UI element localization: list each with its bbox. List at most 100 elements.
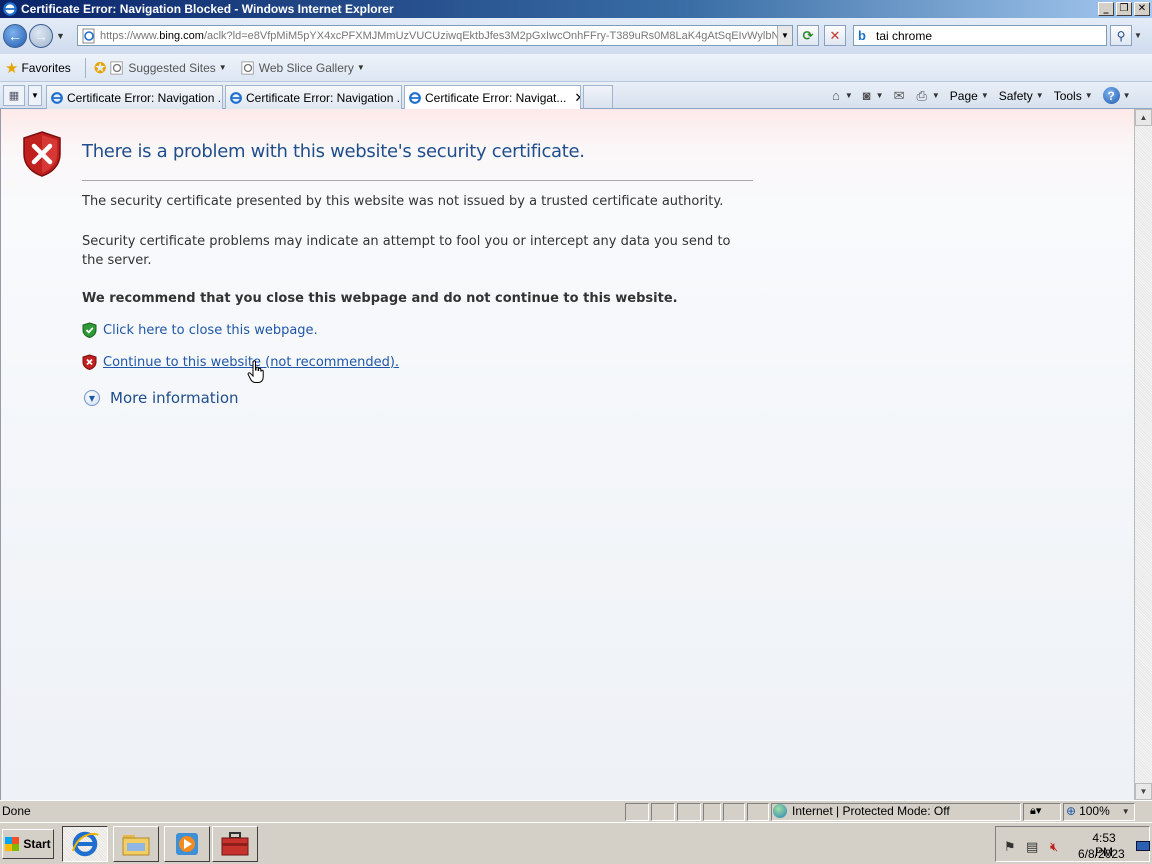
zoom-icon: ⊕ — [1066, 804, 1077, 818]
page-content: There is a problem with this website's s… — [0, 109, 1134, 800]
page-menu[interactable]: Page ▼ — [950, 89, 989, 103]
flag-icon[interactable]: ⚑ — [1004, 839, 1016, 855]
chevron-down-icon: ▼ — [1122, 91, 1131, 100]
status-cell — [723, 803, 745, 821]
print-button[interactable]: ⎙ ▼ — [916, 88, 939, 104]
read-mail-button[interactable]: ✉ — [894, 88, 907, 104]
start-button[interactable]: Start — [2, 829, 54, 859]
command-bar: ⌂ ▼ ◙ ▼ ✉ ⎙ ▼ Page ▼ Safety ▼ Tools ▼ ? ▼ — [832, 87, 1141, 104]
network-icon[interactable]: ▤ — [1026, 839, 1038, 855]
chevron-down-icon: ▼ — [931, 91, 940, 100]
chevron-down-icon: ▼ — [980, 91, 989, 100]
security-zone[interactable]: Internet | Protected Mode: Off — [773, 804, 950, 818]
ie-icon — [3, 2, 17, 16]
home-button[interactable]: ⌂ ▼ — [832, 88, 853, 103]
system-tray: ⚑ ▤ 🔇︎ 4:53 PM 6/8/2023 — [995, 826, 1150, 862]
stop-button[interactable]: ✕ — [824, 25, 846, 46]
help-menu[interactable]: ? ▼ — [1102, 87, 1131, 104]
volume-muted-icon[interactable]: 🔇︎ — [1050, 839, 1058, 855]
windows-logo-icon — [5, 837, 20, 851]
search-icon: ⚲ — [1116, 28, 1126, 43]
zoom-level-button[interactable]: ⊕ 100% ▼ — [1066, 804, 1130, 818]
rss-icon: ◙ — [862, 88, 871, 103]
toolbox-icon — [221, 832, 249, 856]
chevron-down-icon: ▼ — [218, 63, 227, 72]
taskbar-toolbox[interactable] — [212, 826, 258, 862]
search-input[interactable]: tai chrome — [876, 29, 932, 43]
tab-3-active[interactable]: Certificate Error: Navigat... ✕ — [404, 85, 581, 110]
status-cell — [677, 803, 701, 821]
mail-icon: ✉ — [893, 87, 905, 103]
feeds-button[interactable]: ◙ ▼ — [863, 88, 884, 103]
continue-option: Continue to this website (not recommende… — [82, 354, 399, 370]
recommendation-text: We recommend that you close this webpage… — [82, 291, 678, 306]
close-window-button[interactable]: ✕ — [1134, 2, 1150, 16]
taskbar: Start ⚑ ▤ 🔇︎ 4:53 PM 6/8/2023 — [0, 822, 1152, 864]
favorite-suggested-sites[interactable]: Suggested Sites ▼ — [110, 60, 227, 75]
close-webpage-option: Click here to close this webpage. — [82, 322, 318, 338]
tab-list-dropdown[interactable]: ▼ — [28, 85, 42, 106]
search-box[interactable]: b tai chrome — [853, 25, 1107, 46]
ie-icon — [72, 831, 99, 857]
scroll-down-button[interactable]: ▼ — [1135, 783, 1152, 800]
tab-bar: ▦ ▼ Certificate Error: Navigation ... Ce… — [0, 82, 1152, 110]
window-title: Certificate Error: Navigation Blocked - … — [21, 2, 394, 16]
folder-icon — [122, 835, 150, 856]
chevron-down-icon: ▼ — [1035, 91, 1044, 100]
taskbar-internet-explorer[interactable] — [62, 826, 108, 862]
favorites-star-icon: ★ — [5, 59, 19, 77]
show-desktop-icon[interactable] — [1136, 841, 1150, 851]
protected-mode-cell[interactable] — [1023, 803, 1061, 821]
ie-icon — [409, 92, 421, 104]
hand-cursor-icon — [247, 360, 264, 383]
status-text: Done — [2, 804, 31, 818]
forward-button[interactable]: → — [29, 24, 53, 48]
chevron-down-icon: ▼ — [1084, 91, 1093, 100]
security-warning-message: Security certificate problems may indica… — [82, 234, 731, 268]
add-favorite-icon[interactable]: ✪ — [94, 59, 107, 77]
chevron-down-icon: ▼ — [844, 91, 853, 100]
vertical-scrollbar[interactable]: ▲ ▼ — [1134, 109, 1152, 800]
chevron-down-icon: ▼ — [1121, 806, 1130, 816]
favorite-web-slice-gallery[interactable]: Web Slice Gallery ▼ — [241, 61, 365, 75]
more-information-toggle[interactable]: ▼ More information — [84, 389, 239, 407]
favorites-button[interactable]: Favorites — [21, 61, 70, 75]
page-title: There is a problem with this website's s… — [82, 141, 585, 162]
search-options-dropdown[interactable]: ▼ — [1134, 31, 1142, 40]
page-icon — [82, 28, 95, 43]
search-button[interactable]: ⚲ — [1110, 25, 1132, 46]
tab-1[interactable]: Certificate Error: Navigation ... — [46, 85, 223, 109]
taskbar-file-explorer[interactable] — [113, 826, 159, 862]
address-url[interactable]: https://www.bing.com/aclk?ld=e8VfpMiM5pY… — [100, 30, 777, 42]
window-title-bar[interactable]: Certificate Error: Navigation Blocked - … — [0, 0, 1152, 18]
lock-icon: 🔒︎▾ — [1030, 805, 1042, 817]
quick-tabs-button[interactable]: ▦ — [3, 85, 25, 106]
minimize-button[interactable]: _ — [1098, 2, 1114, 16]
back-button[interactable]: ← — [3, 24, 27, 48]
media-player-icon — [176, 833, 198, 855]
tab-2[interactable]: Certificate Error: Navigation ... — [225, 85, 402, 109]
taskbar-media-player[interactable] — [164, 826, 210, 862]
close-tab-icon[interactable]: ✕ — [574, 90, 580, 106]
scroll-up-button[interactable]: ▲ — [1135, 109, 1152, 126]
safety-menu[interactable]: Safety ▼ — [999, 89, 1044, 103]
refresh-icon: ⟳ — [802, 27, 814, 43]
chevron-down-icon: ▼ — [84, 390, 100, 406]
printer-icon: ⎙ — [916, 87, 927, 103]
address-bar[interactable]: https://www.bing.com/aclk?ld=e8VfpMiM5pY… — [77, 25, 793, 46]
tools-menu[interactable]: Tools ▼ — [1054, 89, 1093, 103]
refresh-button[interactable]: ⟳ — [797, 25, 819, 46]
red-shield-icon — [82, 354, 97, 370]
close-webpage-link[interactable]: Click here to close this webpage. — [103, 323, 318, 338]
divider — [82, 180, 753, 181]
restore-button[interactable]: ❐ — [1116, 2, 1132, 16]
new-tab-button[interactable] — [583, 85, 613, 108]
help-icon: ? — [1102, 87, 1120, 104]
clock-date[interactable]: 6/8/2023 — [1078, 847, 1125, 861]
address-dropdown[interactable]: ▼ — [777, 26, 792, 45]
ie-page-icon — [110, 60, 124, 75]
ie-page-icon — [241, 60, 254, 75]
recent-pages-dropdown[interactable]: ▼ — [56, 31, 65, 41]
chevron-down-icon: ▼ — [875, 91, 884, 100]
navigation-bar: ← → ▼ https://www.bing.com/aclk?ld=e8Vfp… — [0, 18, 1152, 54]
